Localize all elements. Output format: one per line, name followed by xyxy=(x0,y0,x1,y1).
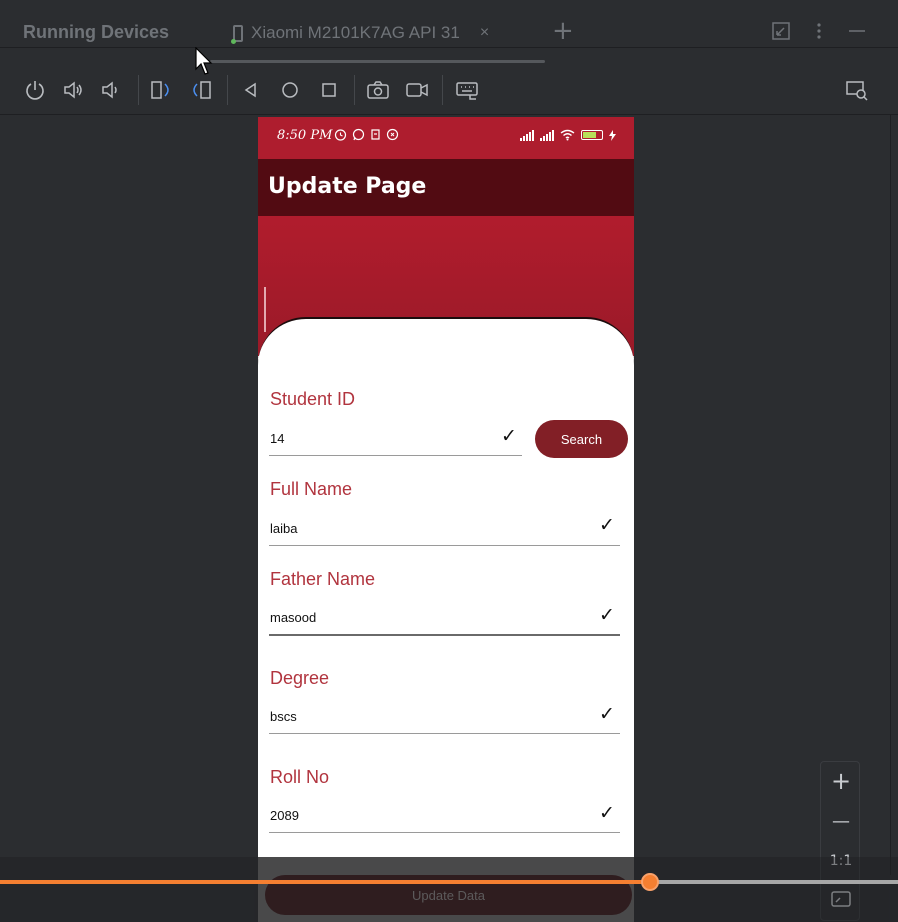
full-name-input[interactable]: laiba xyxy=(270,521,297,536)
father-name-input[interactable]: masood xyxy=(270,610,316,625)
full-name-underline xyxy=(269,545,620,546)
home-icon[interactable] xyxy=(278,78,302,102)
clock-icon xyxy=(386,128,399,141)
device-screen[interactable]: 8:50 PM Update Page Student ID 14 ✓ Sear… xyxy=(258,117,634,922)
progress-fill xyxy=(0,880,651,884)
tool-window-header: Running Devices Xiaomi M2101K7AG API 31 … xyxy=(0,0,898,48)
status-time: 8:50 PM xyxy=(277,128,333,143)
overview-icon[interactable] xyxy=(317,78,341,102)
tab-scroll-indicator xyxy=(210,60,545,63)
volume-up-icon[interactable] xyxy=(61,78,85,102)
android-status-bar: 8:50 PM xyxy=(258,117,634,159)
check-icon: ✓ xyxy=(599,703,615,725)
keyboard-icon[interactable] xyxy=(455,78,479,102)
volume-down-icon[interactable] xyxy=(99,78,123,102)
rotate-right-icon[interactable] xyxy=(189,78,213,102)
device-tab[interactable]: Xiaomi M2101K7AG API 31 × xyxy=(231,20,489,46)
playback-overlay xyxy=(0,857,898,922)
phone-icon xyxy=(231,24,243,44)
signal-2-icon xyxy=(540,129,554,141)
device-tab-label: Xiaomi M2101K7AG API 31 xyxy=(251,23,460,42)
screenshot-icon[interactable] xyxy=(366,78,390,102)
whatsapp-icon xyxy=(352,128,365,141)
ide-window: Running Devices Xiaomi M2101K7AG API 31 … xyxy=(0,0,898,922)
alarm-icon xyxy=(334,129,347,141)
charging-icon xyxy=(609,129,616,141)
check-icon: ✓ xyxy=(501,425,517,447)
notification-icon xyxy=(371,129,380,140)
minimize-icon[interactable] xyxy=(848,22,866,45)
full-name-label: Full Name xyxy=(270,479,353,499)
father-name-label: Father Name xyxy=(270,569,376,589)
check-icon: ✓ xyxy=(599,514,615,536)
add-tab-button[interactable]: + xyxy=(552,18,574,44)
restore-icon[interactable] xyxy=(772,22,790,45)
power-icon[interactable] xyxy=(23,78,47,102)
roll-no-label: Roll No xyxy=(270,767,330,787)
check-icon: ✓ xyxy=(599,802,615,824)
page-title: Update Page xyxy=(268,174,427,199)
zoom-out-button[interactable]: — xyxy=(821,802,861,840)
degree-underline xyxy=(269,733,620,734)
father-name-underline xyxy=(269,634,620,636)
roll-no-input[interactable]: 2089 xyxy=(270,808,299,823)
scroll-indicator xyxy=(264,287,266,332)
device-explorer-icon[interactable] xyxy=(845,78,869,102)
more-options-icon[interactable] xyxy=(816,22,822,45)
right-scrollbar[interactable] xyxy=(890,115,898,875)
student-id-underline xyxy=(269,455,522,456)
student-id-label: Student ID xyxy=(270,389,356,409)
battery-icon xyxy=(581,130,603,140)
check-icon: ✓ xyxy=(599,604,615,626)
wifi-icon xyxy=(560,129,575,141)
degree-label: Degree xyxy=(270,668,330,688)
screen-record-icon[interactable] xyxy=(405,78,429,102)
window-controls xyxy=(772,22,866,45)
back-icon[interactable] xyxy=(239,78,263,102)
student-id-input[interactable]: 14 xyxy=(270,431,284,446)
tool-window-title: Running Devices xyxy=(23,22,170,42)
notification-icons xyxy=(334,128,399,141)
mouse-cursor-icon xyxy=(195,47,213,75)
search-button[interactable]: Search xyxy=(535,420,628,458)
app-bar: Update Page xyxy=(258,159,634,216)
rotate-left-icon[interactable] xyxy=(150,78,174,102)
degree-input[interactable]: bscs xyxy=(270,709,297,724)
signal-icon xyxy=(520,129,534,141)
zoom-in-button[interactable]: + xyxy=(821,762,861,800)
close-tab-icon[interactable]: × xyxy=(480,24,489,42)
device-toolbar xyxy=(0,65,898,115)
roll-no-underline xyxy=(269,832,620,833)
system-icons xyxy=(520,129,616,141)
